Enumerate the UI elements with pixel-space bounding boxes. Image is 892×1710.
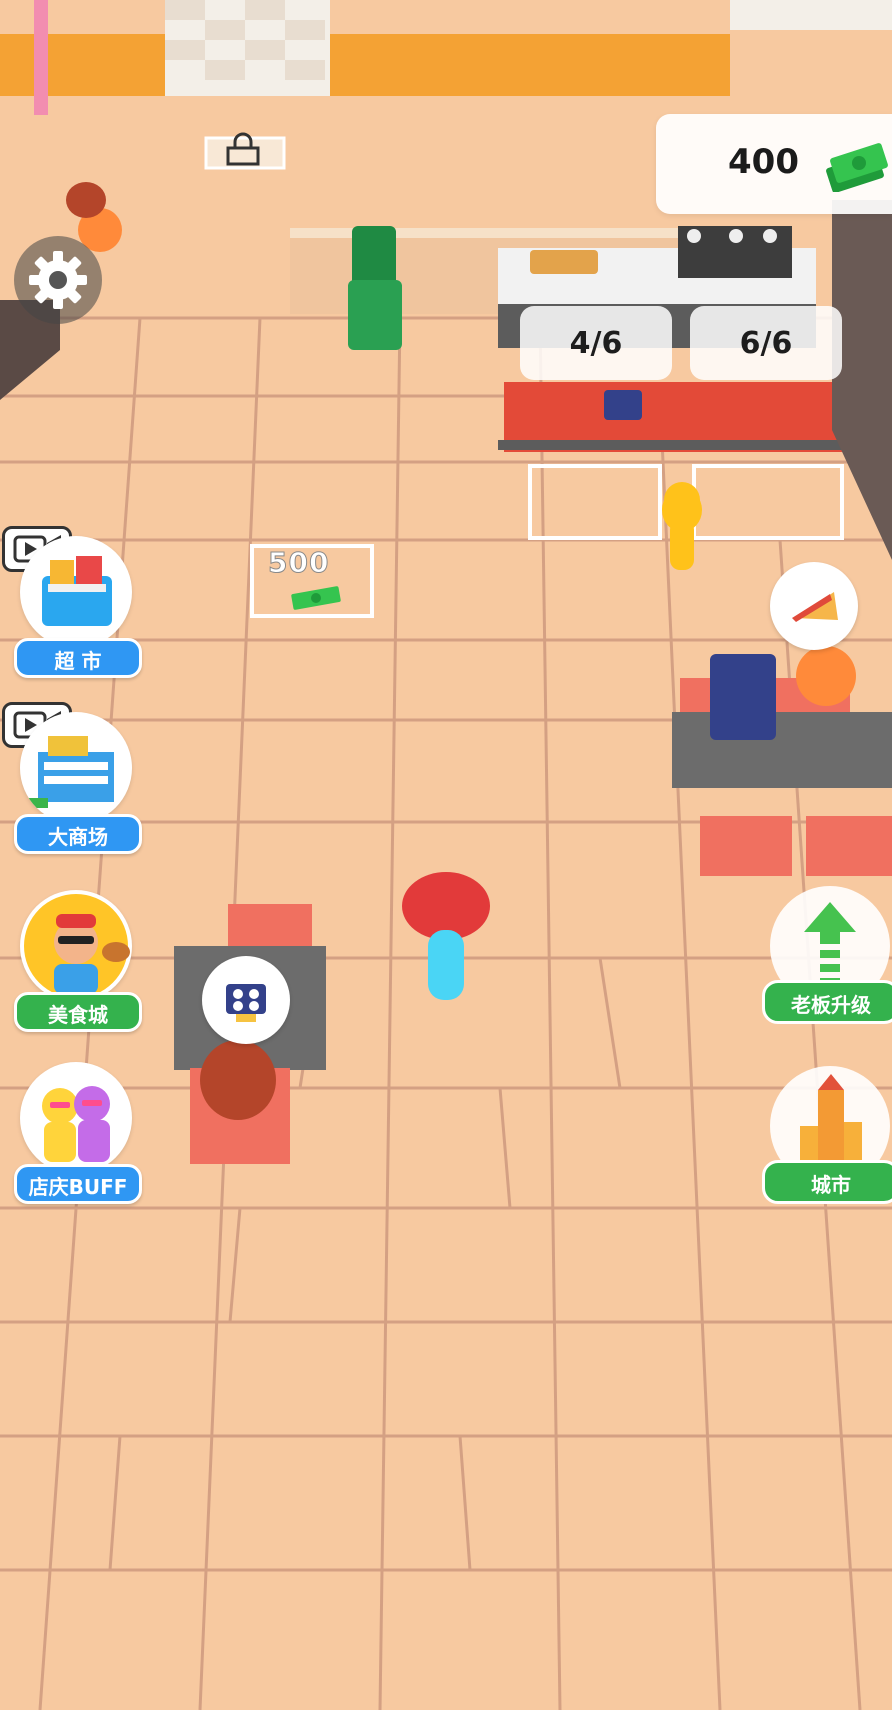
buff-icon	[20, 1062, 132, 1174]
restaurant-floor	[0, 0, 892, 1710]
cash-icon	[291, 586, 341, 610]
mall-label: 大商场	[14, 814, 142, 854]
sushi-stock-counter: 4/6	[520, 306, 672, 380]
food-court-label: 美食城	[14, 992, 142, 1032]
supermarket-icon	[20, 536, 132, 648]
order-bubble-sushi	[202, 956, 290, 1044]
unlock-price: 500	[267, 546, 330, 580]
order-bubble-pizza	[770, 562, 858, 650]
city-button[interactable]: 城市	[762, 1066, 892, 1206]
pizza-stock-text: 6/6	[739, 325, 793, 361]
game-scene: 400 4/6 6/6 500 超 市 大商场 美食城 店庆BUFF 老板升级 …	[0, 0, 892, 1710]
sushi-stock-text: 4/6	[569, 325, 623, 361]
mall-button[interactable]: 大商场	[12, 712, 142, 862]
sushi-plate-icon	[226, 984, 266, 1022]
gear-icon	[29, 251, 87, 309]
buff-button[interactable]: 店庆BUFF	[12, 1062, 142, 1212]
mall-icon	[20, 712, 132, 824]
buff-label: 店庆BUFF	[14, 1164, 142, 1204]
boss-upgrade-button[interactable]: 老板升级	[762, 886, 892, 1026]
supermarket-button[interactable]: 超 市	[12, 536, 142, 686]
settings-button[interactable]	[14, 236, 102, 324]
money-amount: 400	[728, 142, 799, 182]
money-counter: 400	[656, 114, 892, 214]
supermarket-label: 超 市	[14, 638, 142, 678]
food-court-button[interactable]: 美食城	[12, 890, 142, 1040]
pizza-slice-icon	[792, 592, 838, 622]
boss-upgrade-label: 老板升级	[762, 980, 892, 1024]
pizza-stock-counter: 6/6	[690, 306, 842, 380]
cash-stack-icon	[826, 136, 888, 196]
food-court-icon	[20, 890, 132, 1002]
unlock-plot-500[interactable]: 500	[250, 544, 374, 618]
city-label: 城市	[762, 1160, 892, 1204]
